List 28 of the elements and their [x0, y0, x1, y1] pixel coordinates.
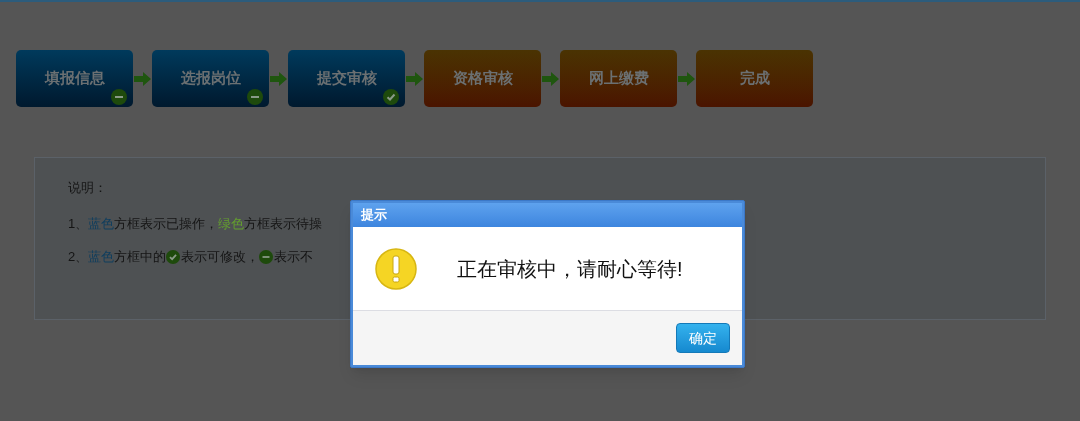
step-box[interactable]: 网上缴费	[560, 50, 677, 107]
note-text: 表示不	[274, 248, 314, 266]
check-icon	[383, 89, 399, 105]
minus-icon	[247, 89, 263, 105]
arrow-icon	[134, 71, 151, 86]
arrow-icon	[406, 71, 423, 86]
step-box[interactable]: 完成	[696, 50, 813, 107]
warning-icon	[375, 247, 417, 290]
check-icon	[166, 249, 181, 264]
note-text: 1、	[68, 214, 89, 233]
note-text: 绿色	[218, 214, 245, 233]
arrow-icon	[542, 71, 559, 86]
dialog-title: 提示	[353, 203, 742, 227]
step-box[interactable]: 资格审核	[424, 50, 541, 107]
note-text: 2、	[68, 248, 89, 266]
step-box[interactable]: 提交审核	[288, 50, 405, 107]
dialog-message: 正在审核中，请耐心等待!	[457, 256, 683, 282]
minus-icon	[111, 89, 127, 105]
arrow-icon	[270, 71, 287, 86]
note-text: 方框中的	[114, 248, 167, 266]
note-text: 蓝色	[88, 248, 115, 266]
step-box[interactable]: 填报信息	[16, 50, 133, 107]
confirm-button[interactable]: 确定	[676, 323, 730, 353]
minus-icon	[259, 249, 274, 264]
note-text: 表示可修改，	[181, 248, 260, 266]
note-text: 蓝色	[88, 214, 115, 233]
arrow-icon	[678, 71, 695, 86]
step-box[interactable]: 选报岗位	[152, 50, 269, 107]
